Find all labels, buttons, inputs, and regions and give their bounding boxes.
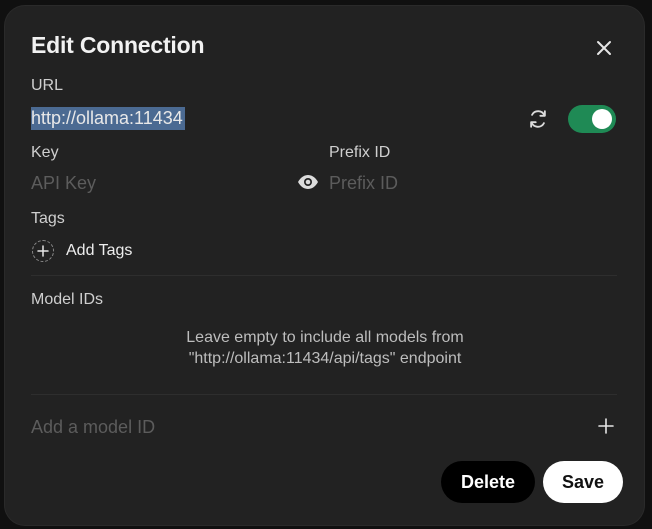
plus-icon <box>32 240 54 262</box>
connection-enabled-toggle[interactable] <box>568 105 616 133</box>
url-label: URL <box>31 77 64 94</box>
add-tags-label: Add Tags <box>66 242 133 259</box>
url-input[interactable]: http://ollama:11434 <box>31 107 185 130</box>
key-label: Key <box>31 144 59 161</box>
toggle-knob <box>592 109 612 129</box>
tags-label: Tags <box>31 210 65 227</box>
close-icon[interactable] <box>592 36 616 60</box>
model-ids-hint: Leave empty to include all models from "… <box>95 327 555 369</box>
api-key-input[interactable]: API Key <box>31 173 96 194</box>
hint-line: "http://ollama:11434/api/tags" endpoint <box>188 350 462 367</box>
dialog-title: Edit Connection <box>31 32 205 58</box>
add-model-id-input[interactable]: Add a model ID <box>31 417 155 438</box>
add-tags-button[interactable]: Add Tags <box>32 239 132 263</box>
eye-icon[interactable] <box>297 174 319 190</box>
prefix-id-label: Prefix ID <box>329 144 391 161</box>
hint-line: Leave empty to include all models from <box>186 329 464 346</box>
add-model-plus-icon[interactable] <box>596 416 616 436</box>
model-ids-label: Model IDs <box>31 291 104 308</box>
divider <box>31 275 617 276</box>
save-button[interactable]: Save <box>543 461 623 503</box>
prefix-id-input[interactable]: Prefix ID <box>329 173 398 194</box>
delete-button[interactable]: Delete <box>441 461 535 503</box>
divider <box>31 394 617 395</box>
refresh-icon[interactable] <box>527 108 549 130</box>
edit-connection-dialog: Edit Connection URL http://ollama:11434 … <box>5 6 644 525</box>
